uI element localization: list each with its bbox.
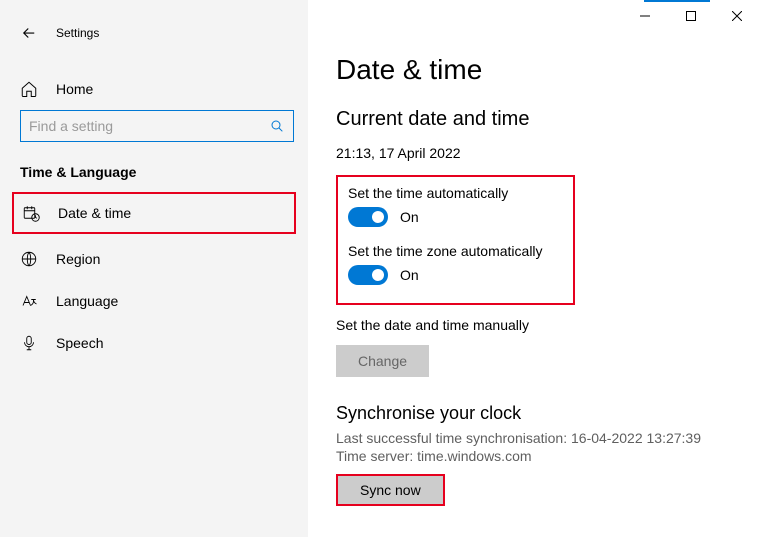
sidebar-item-language[interactable]: Language: [0, 280, 308, 322]
app-title: Settings: [56, 26, 99, 40]
change-button[interactable]: Change: [336, 345, 429, 377]
home-nav[interactable]: Home: [0, 42, 308, 98]
microphone-icon: [20, 334, 38, 352]
sidebar-item-speech[interactable]: Speech: [0, 322, 308, 364]
page-title: Date & time: [336, 54, 732, 86]
set-zone-auto-toggle[interactable]: [348, 265, 388, 285]
home-label: Home: [56, 81, 93, 97]
manual-label: Set the date and time manually: [336, 317, 732, 333]
set-zone-auto-label: Set the time zone automatically: [348, 243, 543, 259]
search-icon: [269, 118, 285, 134]
sidebar: Settings Home Time & Language Date & tim…: [0, 0, 308, 537]
sidebar-item-label: Date & time: [58, 205, 131, 221]
language-icon: [20, 292, 38, 310]
sidebar-item-date-time[interactable]: Date & time: [12, 192, 296, 234]
auto-settings-highlight: Set the time automatically On Set the ti…: [336, 175, 575, 305]
set-zone-auto-state: On: [400, 267, 419, 283]
set-time-auto-label: Set the time automatically: [348, 185, 543, 201]
sync-now-button[interactable]: Sync now: [336, 474, 445, 506]
minimize-button[interactable]: [622, 0, 668, 32]
close-button[interactable]: [714, 0, 760, 32]
set-time-auto-state: On: [400, 209, 419, 225]
home-icon: [20, 80, 38, 98]
set-time-auto-toggle[interactable]: [348, 207, 388, 227]
window-controls: [308, 0, 760, 32]
globe-icon: [20, 250, 38, 268]
section-title: Time & Language: [0, 142, 308, 188]
sync-last: Last successful time synchronisation: 16…: [336, 430, 732, 446]
sidebar-item-label: Speech: [56, 335, 103, 351]
back-icon[interactable]: [20, 24, 38, 42]
current-datetime-value: 21:13, 17 April 2022: [336, 145, 732, 161]
sidebar-item-region[interactable]: Region: [0, 238, 308, 280]
sync-heading: Synchronise your clock: [336, 403, 732, 424]
sidebar-item-label: Region: [56, 251, 100, 267]
calendar-clock-icon: [22, 204, 40, 222]
main-content: Date & time Current date and time 21:13,…: [308, 0, 760, 537]
search-input[interactable]: [29, 118, 247, 134]
maximize-button[interactable]: [668, 0, 714, 32]
sidebar-item-label: Language: [56, 293, 118, 309]
search-input-container[interactable]: [20, 110, 294, 142]
current-datetime-heading: Current date and time: [336, 108, 732, 131]
sync-server: Time server: time.windows.com: [336, 448, 732, 464]
